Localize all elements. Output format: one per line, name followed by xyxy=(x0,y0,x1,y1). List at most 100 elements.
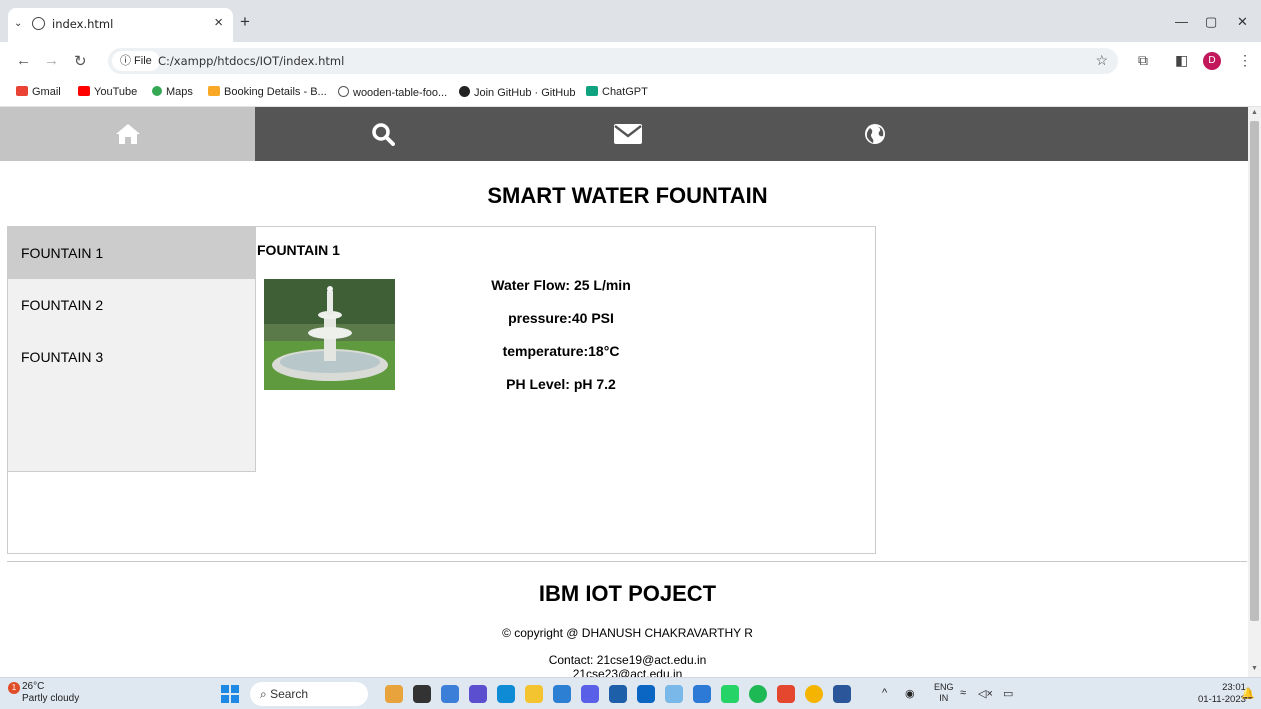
taskbar-app-icon[interactable] xyxy=(581,685,599,703)
taskbar-search[interactable]: ⌕ Search xyxy=(250,682,368,706)
battery-icon[interactable]: ▭ xyxy=(1003,687,1013,700)
reload-icon[interactable]: ↻ xyxy=(74,52,87,70)
minimize-button[interactable]: — xyxy=(1175,14,1188,29)
browser-tab-strip: ⌄ index.html × + — ▢ ✕ xyxy=(0,0,1261,42)
volume-muted-icon[interactable]: ◁× xyxy=(978,687,993,700)
globe-icon xyxy=(338,86,349,97)
page-scrollbar[interactable]: ▲ ▼ xyxy=(1248,107,1261,677)
fountain-sidebar: FOUNTAIN 1 FOUNTAIN 2 FOUNTAIN 3 xyxy=(7,226,256,472)
nav-search[interactable] xyxy=(255,107,510,161)
bookmark-label: YouTube xyxy=(94,86,138,98)
windows-taskbar: 1 26°C Partly cloudy ⌕ Search ^ ◉ ENG IN… xyxy=(0,677,1261,709)
profile-avatar[interactable]: D xyxy=(1203,52,1221,70)
globe-icon xyxy=(865,124,885,144)
scroll-thumb[interactable] xyxy=(1250,121,1259,621)
tab-search-chevron-icon[interactable]: ⌄ xyxy=(14,18,22,29)
weather-widget[interactable]: 26°C Partly cloudy xyxy=(22,681,79,705)
taskbar-app-icon[interactable] xyxy=(665,685,683,703)
tray-overflow-icon[interactable]: ^ xyxy=(882,687,887,699)
github-icon xyxy=(459,86,470,97)
nav-globe[interactable] xyxy=(745,107,1005,161)
taskbar-search-label: Search xyxy=(270,687,309,701)
address-bar[interactable]: ⓘ File C:/xampp/htdocs/IOT/index.html ☆ xyxy=(108,48,1118,74)
fountain-metrics: Water Flow: 25 L/min pressure:40 PSI tem… xyxy=(428,275,694,407)
language-indicator[interactable]: ENG IN xyxy=(934,682,954,704)
bookmark-youtube[interactable]: YouTube xyxy=(78,86,137,98)
notification-bell-icon[interactable]: 🔔 xyxy=(1241,687,1255,700)
taskbar-clock[interactable]: 23:01 01-11-2023 xyxy=(1198,682,1246,706)
bookmark-star-icon[interactable]: ☆ xyxy=(1095,52,1108,69)
tab-close-button[interactable]: × xyxy=(214,14,223,31)
forward-arrow-icon[interactable]: → xyxy=(44,52,59,69)
bookmark-booking-details[interactable]: Booking Details - B... xyxy=(208,86,327,98)
taskbar-app-icon[interactable] xyxy=(441,685,459,703)
maps-pin-icon xyxy=(152,86,162,96)
taskbar-app-icon[interactable] xyxy=(777,685,795,703)
taskbar-app-icon[interactable] xyxy=(469,685,487,703)
chatgpt-icon xyxy=(586,86,598,96)
fountain-image xyxy=(264,279,395,390)
bookmark-gmail[interactable]: Gmail xyxy=(16,86,61,98)
tray-app-icon[interactable]: ◉ xyxy=(905,687,915,700)
taskbar-explorer-icon[interactable] xyxy=(525,685,543,703)
nav-home[interactable] xyxy=(0,107,255,161)
taskbar-edge-icon[interactable] xyxy=(497,685,515,703)
bookmark-label: ChatGPT xyxy=(602,86,648,98)
taskbar-whatsapp-icon[interactable] xyxy=(721,685,739,703)
taskbar-word-icon[interactable] xyxy=(833,685,851,703)
side-panel-icon[interactable]: ◧ xyxy=(1175,52,1188,69)
tab-title: index.html xyxy=(52,17,114,31)
bookmark-maps[interactable]: Maps xyxy=(152,86,193,98)
metric-water-flow: Water Flow: 25 L/min xyxy=(491,277,631,293)
weather-desc: Partly cloudy xyxy=(22,693,80,704)
browser-tab[interactable]: ⌄ index.html × xyxy=(8,8,233,42)
bookmark-label: Gmail xyxy=(32,86,61,98)
url-text[interactable]: C:/xampp/htdocs/IOT/index.html xyxy=(158,54,344,68)
menu-kebab-icon[interactable]: ⋮ xyxy=(1238,52,1252,69)
youtube-icon xyxy=(78,86,90,96)
envelope-icon xyxy=(613,124,642,144)
site-navbar xyxy=(0,107,1248,161)
windows-start-icon[interactable] xyxy=(221,685,239,703)
extensions-icon[interactable]: ⧉ xyxy=(1138,52,1148,69)
sidebar-item-fountain-3[interactable]: FOUNTAIN 3 xyxy=(8,331,255,383)
lang-bottom: IN xyxy=(939,693,949,703)
footer-copyright: © copyright @ DHANUSH CHAKRAVARTHY R xyxy=(502,626,753,640)
bookmark-chatgpt[interactable]: ChatGPT xyxy=(586,86,648,98)
new-tab-button[interactable]: + xyxy=(240,13,250,30)
footer-title: IBM IOT POJECT xyxy=(538,581,717,606)
page-title: SMART WATER FOUNTAIN xyxy=(487,183,768,208)
contact-email-2: 21cse23@act.edu.in xyxy=(572,667,683,677)
bookmark-label: wooden-table-foo... xyxy=(353,87,448,99)
metric-temperature: temperature:18°C xyxy=(502,343,620,359)
taskbar-app-icon[interactable] xyxy=(609,685,627,703)
clock-time: 23:01 xyxy=(1222,682,1246,693)
site-info-button[interactable]: ⓘ File xyxy=(112,51,160,71)
browser-toolbar: ← → ↻ ⓘ File C:/xampp/htdocs/IOT/index.h… xyxy=(0,42,1261,80)
taskbar-spotify-icon[interactable] xyxy=(749,685,767,703)
maximize-button[interactable]: ▢ xyxy=(1205,14,1217,30)
close-window-button[interactable]: ✕ xyxy=(1237,14,1248,30)
bookmark-github[interactable]: Join GitHub · GitHub xyxy=(459,86,575,99)
wifi-icon[interactable]: ≈ xyxy=(960,687,966,699)
taskbar-linkedin-icon[interactable] xyxy=(637,685,655,703)
metric-pressure: pressure:40 PSI xyxy=(508,310,614,326)
taskbar-vscode-icon[interactable] xyxy=(693,685,711,703)
globe-favicon-icon xyxy=(32,17,45,30)
bookmark-wooden-table[interactable]: wooden-table-foo... xyxy=(338,86,447,99)
nav-mail[interactable] xyxy=(510,107,745,161)
sidebar-item-fountain-2[interactable]: FOUNTAIN 2 xyxy=(8,279,255,331)
scroll-down-icon[interactable]: ▼ xyxy=(1251,665,1258,672)
clock-date: 01-11-2023 xyxy=(1198,694,1246,705)
lang-top: ENG xyxy=(934,682,954,692)
taskbar-chrome-icon[interactable] xyxy=(805,685,823,703)
taskbar-app-icon[interactable] xyxy=(553,685,571,703)
taskbar-app-icon[interactable] xyxy=(385,685,403,703)
bookmark-label: Booking Details - B... xyxy=(224,86,327,98)
back-arrow-icon[interactable]: ← xyxy=(16,52,31,69)
bookmarks-bar: Gmail YouTube Maps Booking Details - B..… xyxy=(0,80,1261,107)
weather-badge: 1 xyxy=(8,682,20,694)
sidebar-item-fountain-1[interactable]: FOUNTAIN 1 xyxy=(8,227,255,279)
scroll-up-icon[interactable]: ▲ xyxy=(1251,109,1258,116)
taskbar-app-icon[interactable] xyxy=(413,685,431,703)
